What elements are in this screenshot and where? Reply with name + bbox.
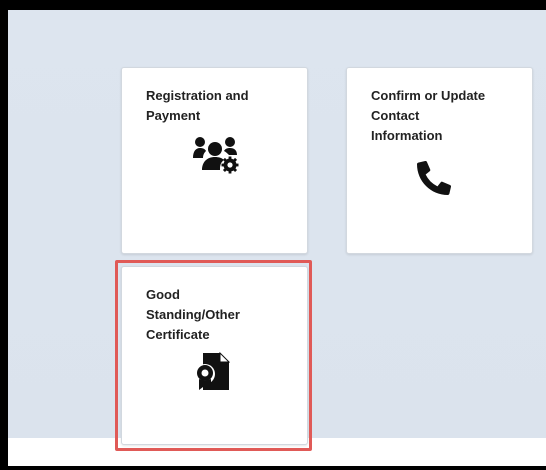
certificate-document-icon: [195, 352, 230, 390]
users-gear-icon: [193, 137, 239, 174]
tile-confirm-or-update-contact-information[interactable]: Confirm or Update Contact Information: [346, 67, 533, 254]
tile-good-standing-other-certificate[interactable]: Good Standing/Other Certificate: [121, 266, 308, 445]
tile-label: Confirm or Update Contact Information: [371, 88, 486, 143]
tile-label: Good Standing/Other Certificate: [146, 287, 240, 342]
tile-label: Registration and Payment: [146, 88, 249, 123]
phone-icon: [417, 161, 451, 195]
tile-grid-area: Registration and Payment Confirm or Upda…: [8, 10, 546, 451]
tile-registration-and-payment[interactable]: Registration and Payment: [121, 67, 308, 254]
